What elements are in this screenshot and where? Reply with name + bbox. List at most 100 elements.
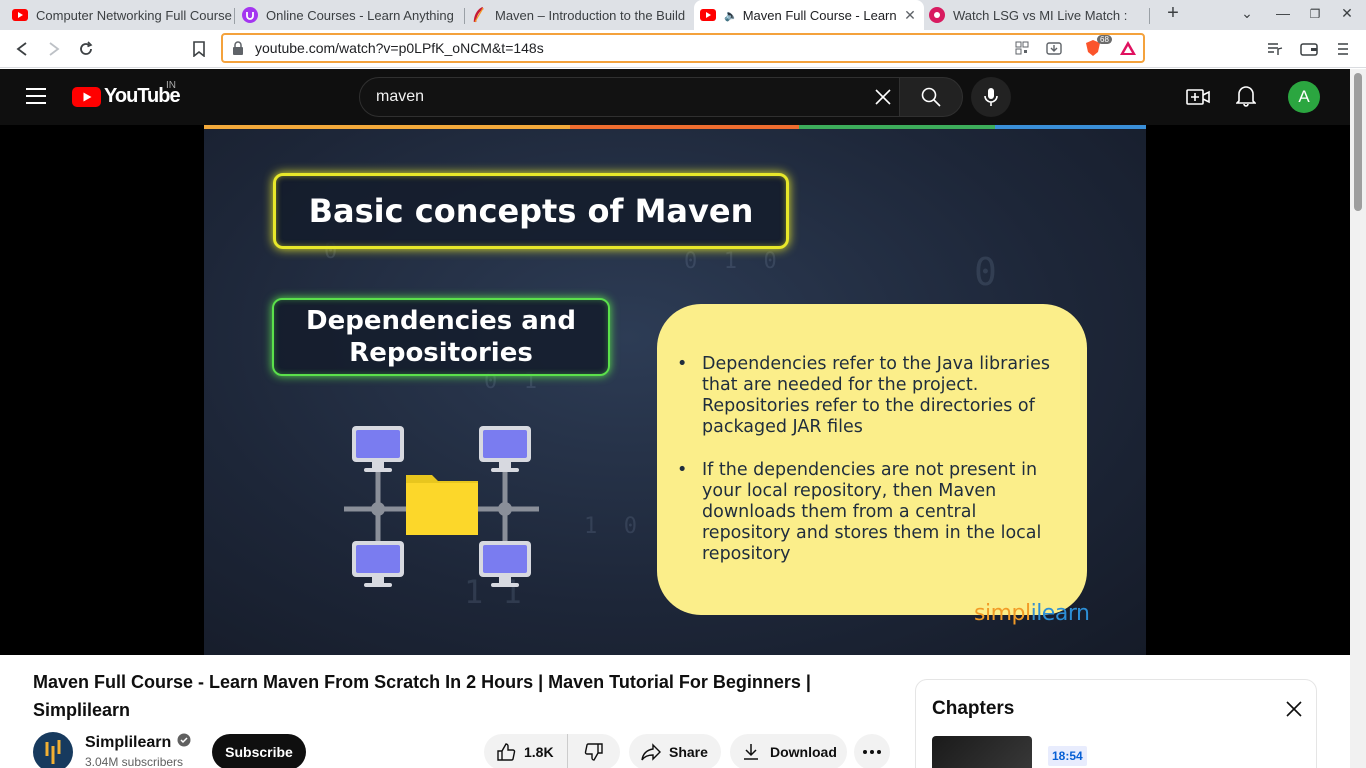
youtube-logo[interactable]: YouTube IN <box>72 80 181 108</box>
tab-title: Online Courses - Learn Anything <box>266 7 454 23</box>
minimize-icon[interactable]: — <box>1273 5 1293 21</box>
udemy-icon <box>242 7 258 23</box>
more-actions-button[interactable] <box>854 734 890 768</box>
youtube-header: YouTube IN maven A <box>0 69 1350 125</box>
tab-divider <box>464 8 465 24</box>
reload-icon[interactable] <box>75 38 97 60</box>
channel-name[interactable]: Simplilearn <box>85 734 171 752</box>
page-scrollbar[interactable] <box>1350 69 1366 768</box>
bookmark-icon[interactable] <box>188 38 210 60</box>
playlist-icon[interactable] <box>1264 38 1286 60</box>
brave-rewards-icon[interactable] <box>1119 40 1137 61</box>
simplilearn-watermark: simplilearn <box>974 601 1090 626</box>
avatar[interactable]: A <box>1288 81 1320 113</box>
video-player[interactable]: 0 1 0 0 0 1 1 0 1 1 0 Basic concepts of … <box>0 125 1350 655</box>
simplilearn-logo-icon <box>45 740 61 764</box>
tab-online-courses[interactable]: Online Courses - Learn Anything <box>242 0 462 30</box>
download-icon <box>744 744 758 760</box>
computer-icon <box>352 541 404 587</box>
thumbs-down-icon <box>584 743 603 761</box>
slide-title-box: Basic concepts of Maven <box>273 173 789 249</box>
search-box[interactable]: maven <box>359 77 900 117</box>
new-tab-icon[interactable]: + <box>1163 2 1183 25</box>
clear-search-icon[interactable] <box>874 88 892 111</box>
tab-title: Maven Full Course - Learn Maven <box>742 7 897 23</box>
maximize-icon[interactable]: ❐ <box>1305 7 1325 21</box>
chapters-heading: Chapters <box>932 698 1015 719</box>
subscriber-count: 3.04M subscribers <box>85 755 184 768</box>
search-button[interactable] <box>899 77 963 117</box>
back-icon[interactable] <box>11 38 33 60</box>
share-label: Share <box>669 744 708 760</box>
share-icon <box>641 743 661 761</box>
chapter-thumbnail[interactable] <box>932 736 1032 768</box>
verified-badge-icon <box>177 733 191 752</box>
slide-title: Basic concepts of Maven <box>308 192 754 230</box>
bullet-point-2: If the dependencies are not present in y… <box>677 460 1067 565</box>
qr-code-icon[interactable] <box>1015 41 1029 60</box>
more-horizontal-icon <box>863 750 881 754</box>
computer-icon <box>479 426 531 472</box>
youtube-icon <box>12 7 28 23</box>
video-frame[interactable]: 0 1 0 0 0 1 1 0 1 1 0 Basic concepts of … <box>204 125 1146 655</box>
close-tab-icon[interactable]: ✕ <box>902 7 918 24</box>
hamburger-menu-icon[interactable] <box>26 88 46 109</box>
computer-icon <box>352 426 404 472</box>
bullet-card: Dependencies refer to the Java libraries… <box>657 304 1087 615</box>
create-video-icon[interactable] <box>1186 86 1210 113</box>
avatar-letter: A <box>1298 87 1310 106</box>
share-button[interactable]: Share <box>629 734 721 768</box>
tab-title: Maven – Introduction to the Build <box>495 7 686 23</box>
subscribe-button[interactable]: Subscribe <box>212 734 306 768</box>
close-chapters-icon[interactable] <box>1285 700 1303 723</box>
tab-computer-networking[interactable]: Computer Networking Full Course <box>12 0 234 30</box>
lock-icon <box>233 41 243 60</box>
microphone-icon <box>984 88 998 106</box>
thumbs-up-icon <box>497 743 516 761</box>
chapter-timestamp[interactable]: 18:54 <box>1048 746 1087 766</box>
install-app-icon[interactable] <box>1046 40 1062 61</box>
bullet-point-1: Dependencies refer to the Java libraries… <box>677 354 1067 438</box>
dislike-button[interactable] <box>568 734 620 768</box>
like-button[interactable]: 1.8K <box>484 734 568 768</box>
tab-divider <box>234 8 235 24</box>
search-icon <box>921 87 941 107</box>
notifications-bell-icon[interactable] <box>1235 85 1257 112</box>
subscribe-label: Subscribe <box>225 744 293 760</box>
forward-icon[interactable] <box>43 38 65 60</box>
slide-subtitle-line1: Dependencies and <box>306 306 576 336</box>
tab-divider <box>1149 8 1150 24</box>
youtube-play-logo-icon <box>72 86 101 107</box>
download-button[interactable]: Download <box>730 734 847 768</box>
jiocinema-icon <box>929 7 945 23</box>
search-input[interactable]: maven <box>376 88 424 106</box>
shield-count-badge: 68 <box>1097 35 1112 44</box>
scrollbar-thumb[interactable] <box>1354 73 1362 211</box>
like-dislike-group: 1.8K <box>484 734 620 768</box>
tab-title: Watch LSG vs MI Live Match : <box>953 7 1128 23</box>
browser-toolbar: youtube.com/watch?v=p0LPfK_oNCM&t=148s 6… <box>0 30 1366 68</box>
youtube-icon <box>700 7 716 23</box>
menu-icon[interactable] <box>1332 38 1354 60</box>
download-label: Download <box>770 744 837 760</box>
tab-search-chevron-icon[interactable]: ⌄ <box>1237 5 1257 22</box>
video-title: Maven Full Course - Learn Maven From Scr… <box>33 672 811 720</box>
tab-maven-intro[interactable]: Maven – Introduction to the Build <box>471 0 691 30</box>
folder-icon <box>406 475 478 535</box>
address-bar[interactable]: youtube.com/watch?v=p0LPfK_oNCM&t=148s 6… <box>221 33 1145 63</box>
audio-playing-icon[interactable]: 🔈 <box>724 9 738 22</box>
browser-tab-strip: Computer Networking Full Course Online C… <box>0 0 1366 30</box>
slide-subtitle-box: Dependencies and Repositories <box>272 298 610 376</box>
wallet-icon[interactable] <box>1298 38 1320 60</box>
url-text: youtube.com/watch?v=p0LPfK_oNCM&t=148s <box>255 40 544 56</box>
tab-maven-full-course[interactable]: 🔈 Maven Full Course - Learn Maven ✕ <box>694 0 924 30</box>
window-close-icon[interactable]: ✕ <box>1337 5 1357 22</box>
tab-lsg-vs-mi[interactable]: Watch LSG vs MI Live Match : <box>929 0 1149 30</box>
tab-title: Computer Networking Full Course <box>36 7 232 23</box>
chapters-panel: Chapters 18:54 <box>915 679 1317 768</box>
channel-avatar[interactable] <box>33 732 73 768</box>
voice-search-button[interactable] <box>971 77 1011 117</box>
network-folder-illustration <box>344 426 539 587</box>
channel-name-row: Simplilearn <box>85 733 191 752</box>
slide-subtitle-line2: Repositories <box>349 338 533 368</box>
